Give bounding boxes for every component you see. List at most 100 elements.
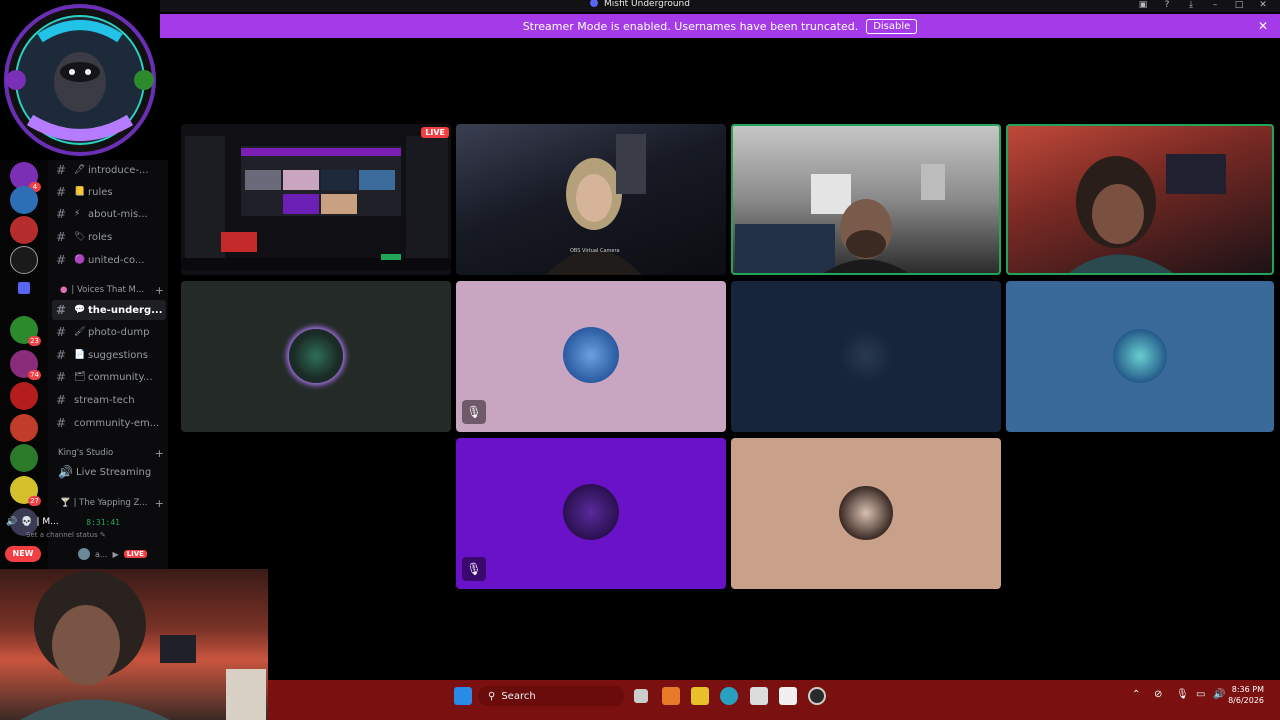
server-icon[interactable] — [10, 382, 38, 410]
channel-item[interactable]: # 🟣 united-co... — [48, 250, 168, 270]
participant-video — [735, 164, 945, 275]
channel-item[interactable]: # 🖊 introduce-... — [48, 160, 168, 180]
screen-share-tile[interactable]: LIVE — [181, 124, 451, 275]
channel-item[interactable]: # 🖌 photo-dump — [48, 322, 168, 342]
server-icon[interactable] — [10, 186, 38, 214]
add-channel-icon[interactable]: + — [155, 447, 164, 460]
hash-icon: # — [56, 185, 67, 199]
live-badge: LIVE — [421, 127, 449, 138]
file-explorer-icon[interactable] — [691, 687, 709, 705]
folder-icon[interactable] — [18, 282, 30, 294]
minimize-button[interactable]: – — [1210, 0, 1220, 12]
participant-video-tile-speaking[interactable] — [1006, 124, 1274, 275]
server-icon[interactable] — [10, 246, 38, 274]
server-icon[interactable]: 74 — [10, 350, 41, 380]
taskbar-clock[interactable]: 8:36 PM 8/6/2026 — [1228, 684, 1264, 706]
channel-item[interactable]: # 📒 rules — [48, 182, 168, 202]
streamer-mode-text: Streamer Mode is enabled. Usernames have… — [522, 19, 859, 33]
participant-video-tile[interactable]: OBS Virtual Camera — [456, 124, 726, 275]
server-icon[interactable] — [10, 216, 38, 244]
live-tag: LIVE — [123, 550, 147, 558]
add-channel-icon[interactable]: + — [155, 497, 164, 510]
hash-icon: # — [56, 325, 67, 339]
window-controls: ▣ ? ⤓ – □ ✕ — [1138, 0, 1268, 12]
mic-muted-icon: 🎙 — [462, 557, 486, 581]
channel-item[interactable]: # 🏷 roles — [48, 227, 168, 247]
task-view-icon[interactable] — [634, 689, 648, 703]
participant-tile[interactable] — [731, 438, 1001, 589]
taskbar — [268, 680, 1280, 720]
channel-item[interactable]: # stream-tech — [48, 390, 168, 410]
disable-button[interactable]: Disable — [866, 18, 918, 34]
help-icon[interactable]: ? — [1162, 0, 1172, 12]
hash-icon: # — [56, 253, 67, 267]
participant-tile[interactable] — [731, 281, 1001, 432]
network-off-icon[interactable]: ⊘ — [1154, 689, 1162, 700]
window-title: Misfit Underground — [0, 0, 1280, 9]
category-kings-studio[interactable]: King's Studio + — [48, 446, 168, 460]
hash-icon: # — [56, 163, 67, 177]
participant-tile[interactable]: 🎙 — [456, 438, 726, 589]
live-user-row[interactable]: a... ▶ LIVE — [78, 547, 168, 561]
screen-share-preview — [181, 124, 451, 275]
hash-icon: # — [56, 230, 67, 244]
channel-list: # 🖊 introduce-... # 📒 rules # ⚡ about-mis... #… — [48, 160, 168, 570]
server-icon[interactable] — [10, 414, 38, 442]
copilot-icon[interactable] — [662, 687, 680, 705]
hash-icon: # — [56, 370, 67, 384]
display-icon[interactable]: ▭ — [1196, 689, 1205, 700]
hash-icon: # — [56, 303, 67, 317]
obs-icon[interactable] — [808, 687, 826, 705]
voice-timer: 8:31:41 — [86, 517, 120, 527]
camera-icon: ▶ — [112, 549, 119, 559]
avatar — [563, 327, 619, 383]
hash-icon: # — [56, 348, 67, 362]
volume-icon[interactable]: 🔊 — [1213, 689, 1225, 700]
channel-item[interactable]: # 📄 suggestions — [48, 345, 168, 365]
avatar — [78, 548, 90, 560]
misfit-logo — [0, 0, 160, 160]
streamer-webcam-overlay — [0, 569, 268, 720]
category-yapping[interactable]: 🍸 | The Yapping Z... + — [48, 496, 168, 510]
participant-tile[interactable]: 🎙 — [456, 281, 726, 432]
add-channel-icon[interactable]: + — [155, 284, 164, 297]
camera-label: OBS Virtual Camera — [570, 248, 620, 254]
server-icon[interactable] — [10, 444, 38, 472]
channel-item[interactable]: # community-em... — [48, 413, 168, 433]
participant-video-tile-speaking[interactable] — [731, 124, 1001, 275]
maximize-button[interactable]: □ — [1234, 0, 1244, 12]
hash-icon: # — [56, 416, 67, 430]
live-streaming-channel[interactable]: 🔊 Live Streaming — [48, 462, 168, 482]
channel-item-active[interactable]: # 💬 the-underg... — [52, 300, 166, 320]
title-bar: Misfit Underground ▣ ? ⤓ – □ ✕ — [0, 0, 1280, 12]
server-rail: 4 23 74 27 — [0, 160, 48, 570]
avatar — [839, 329, 893, 383]
mic-muted-icon: 🎙 — [462, 400, 486, 424]
chevron-up-icon[interactable]: ⌃ — [1132, 689, 1140, 700]
participant-tile[interactable] — [181, 281, 451, 432]
channel-item[interactable]: # 🗂 community... — [48, 367, 168, 387]
channel-item[interactable]: # ⚡ about-mis... — [48, 204, 168, 224]
participant-tile[interactable] — [1006, 281, 1274, 432]
windows-start-icon[interactable] — [454, 687, 472, 705]
close-window-button[interactable]: ✕ — [1258, 0, 1268, 12]
app-icon[interactable] — [779, 687, 797, 705]
avatar — [289, 329, 343, 383]
edge-icon[interactable] — [720, 687, 738, 705]
microphone-icon[interactable]: 🎙 — [1176, 689, 1189, 700]
avatar — [563, 484, 619, 540]
banner-close-icon[interactable]: ✕ — [1258, 19, 1268, 33]
hash-icon: # — [56, 393, 67, 407]
download-icon[interactable]: ⤓ — [1186, 0, 1196, 12]
server-icon[interactable]: 23 — [10, 316, 41, 346]
taskbar-search[interactable]: ⚲ Search — [478, 686, 624, 706]
new-badge[interactable]: NEW — [5, 546, 41, 562]
server-icon[interactable]: 27 — [10, 476, 41, 506]
voice-channel-active[interactable]: 🔊 💀 | M... 8:31:41 — [6, 514, 120, 530]
search-icon: ⚲ — [488, 690, 496, 702]
hash-icon: # — [56, 207, 67, 221]
channel-status[interactable]: Set a channel status ✎ — [26, 531, 106, 539]
store-icon[interactable] — [750, 687, 768, 705]
inbox-icon[interactable]: ▣ — [1138, 0, 1148, 12]
category-voices[interactable]: ● | Voices That M... + — [48, 283, 168, 297]
